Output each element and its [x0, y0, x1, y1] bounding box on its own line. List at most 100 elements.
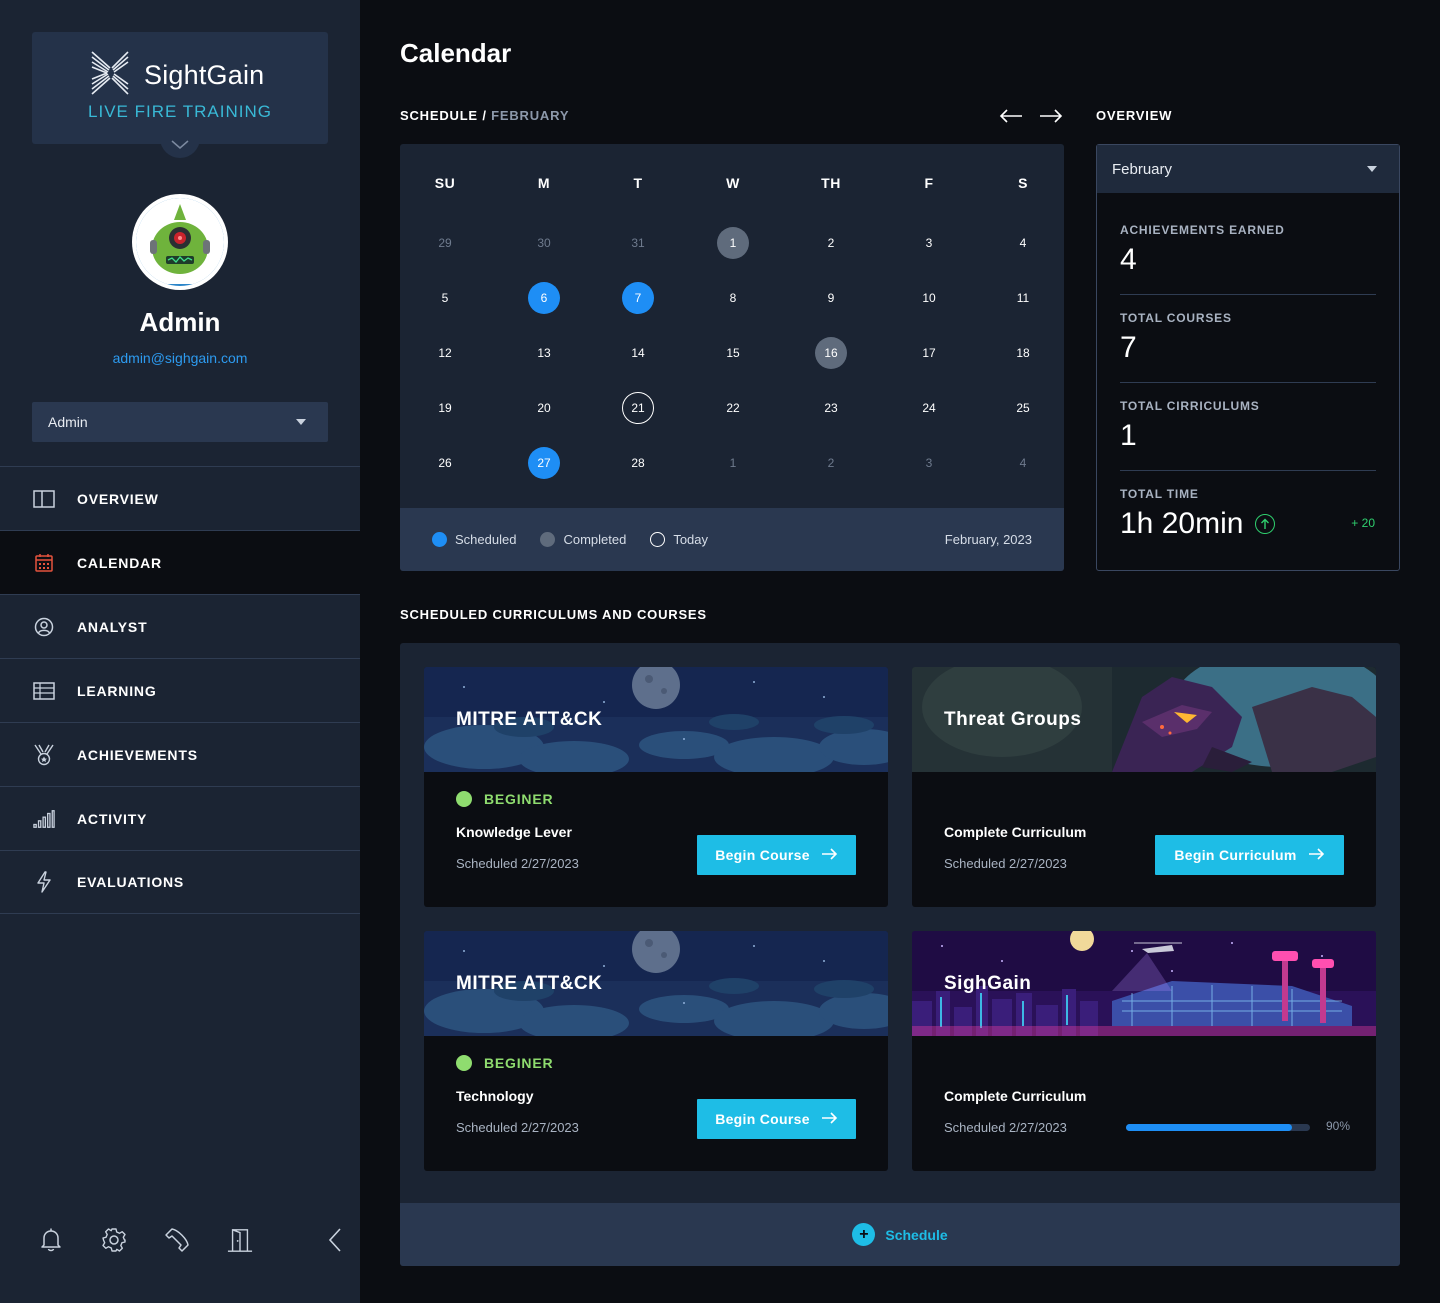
nav-item-learning[interactable]: LEARNING [0, 658, 360, 722]
calendar-day[interactable]: 20 [528, 392, 560, 424]
calendar-day-completed[interactable]: 1 [717, 227, 749, 259]
role-select[interactable]: Admin [32, 402, 328, 442]
sidebar-footer [38, 1226, 348, 1254]
calendar-day[interactable]: 29 [429, 227, 461, 259]
bell-icon[interactable] [38, 1226, 64, 1254]
calendar-day[interactable]: 9 [815, 282, 847, 314]
calendar-day[interactable]: 18 [1007, 337, 1039, 369]
course-card: MITRE ATT&CK BEGINER Knowledge Lever Sch… [424, 667, 888, 907]
arrow-right-icon[interactable] [1038, 104, 1064, 128]
calendar-day[interactable]: 14 [622, 337, 654, 369]
scheduled-date: Scheduled 2/27/2023 [944, 1120, 1067, 1135]
caret-down-icon [1367, 166, 1377, 172]
calendar-day[interactable]: 1 [717, 447, 749, 479]
nav-label: ANALYST [77, 618, 148, 635]
schedule-button[interactable]: + Schedule [400, 1203, 1400, 1266]
weekday-m: M [537, 175, 551, 191]
calendar-day[interactable]: 17 [913, 337, 945, 369]
user-email-link[interactable]: admin@sighgain.com [0, 350, 360, 366]
brand-card: SightGain LIVE FIRE TRAINING [32, 32, 328, 144]
arrow-left-icon[interactable] [998, 104, 1024, 128]
calendar-day-scheduled[interactable]: 7 [622, 282, 654, 314]
nav-label: CALENDAR [77, 554, 162, 571]
stat-curriculums: TOTAL CIRRICULUMS 1 [1120, 399, 1376, 453]
calendar-day-scheduled[interactable]: 6 [528, 282, 560, 314]
weekday-su: SU [434, 175, 456, 191]
begin-course-button[interactable]: Begin Course [697, 835, 856, 875]
courses-panel: MITRE ATT&CK BEGINER Knowledge Lever Sch… [400, 643, 1400, 1266]
chevron-left-icon[interactable] [322, 1226, 348, 1254]
calendar-day[interactable]: 30 [528, 227, 560, 259]
curriculum-card: SighGain Complete Curriculum Scheduled 2… [912, 931, 1376, 1171]
scheduled-date: Scheduled 2/27/2023 [456, 856, 579, 871]
calendar-day[interactable]: 2 [815, 447, 847, 479]
nav-item-calendar[interactable]: CALENDAR [0, 530, 360, 594]
calendar-icon [33, 552, 55, 574]
schedule-month: FEBRUARY [491, 108, 570, 123]
nav-item-activity[interactable]: ACTIVITY [0, 786, 360, 850]
scheduled-date: Scheduled 2/27/2023 [456, 1120, 579, 1135]
level-dot-icon [456, 791, 472, 807]
calendar-day[interactable]: 4 [1007, 227, 1039, 259]
progress-label: 90% [1326, 1119, 1351, 1133]
calendar-day[interactable]: 26 [429, 447, 461, 479]
course-name: Knowledge Lever [456, 824, 572, 840]
calendar-day[interactable]: 11 [1007, 282, 1039, 314]
calendar-day[interactable]: 22 [717, 392, 749, 424]
nav-item-evaluations[interactable]: EVALUATIONS [0, 850, 360, 914]
begin-course-button[interactable]: Begin Course [697, 1099, 856, 1139]
calendar-footer-date: February, 2023 [944, 532, 1032, 547]
calendar-day-today[interactable]: 21 [622, 392, 654, 424]
legend-label: Scheduled [455, 532, 517, 547]
calendar-day[interactable]: 25 [1007, 392, 1039, 424]
level-dot-icon [456, 1055, 472, 1071]
phone-icon[interactable] [164, 1226, 190, 1254]
nav-item-analyst[interactable]: ANALYST [0, 594, 360, 658]
weekday-t: T [633, 175, 643, 191]
calendar-day[interactable]: 24 [913, 392, 945, 424]
calendar-day[interactable]: 3 [913, 227, 945, 259]
main-nav: OVERVIEW CALENDAR ANALYST LEARNING ACHIE… [0, 466, 360, 914]
calendar-day[interactable]: 2 [815, 227, 847, 259]
course-card: MITRE ATT&CK BEGINER Technology Schedule… [424, 931, 888, 1171]
calendar-day[interactable]: 31 [622, 227, 654, 259]
begin-curriculum-button[interactable]: Begin Curriculum [1155, 835, 1344, 875]
brand-expand-toggle[interactable] [160, 134, 200, 158]
stat-value: 1 [1120, 419, 1137, 452]
nav-item-overview[interactable]: OVERVIEW [0, 466, 360, 530]
calendar-day[interactable]: 12 [429, 337, 461, 369]
calendar-day-scheduled[interactable]: 27 [528, 447, 560, 479]
calendar-day[interactable]: 5 [429, 282, 461, 314]
role-select-value: Admin [48, 414, 88, 430]
calendar-day[interactable]: 19 [429, 392, 461, 424]
completed-dot-icon [540, 532, 556, 547]
gear-icon[interactable] [101, 1226, 127, 1254]
courses-heading: SCHEDULED CURRICULUMS AND COURSES [400, 607, 707, 622]
overview-month-select[interactable]: February [1097, 145, 1399, 193]
calendar-day[interactable]: 13 [528, 337, 560, 369]
stat-value: 7 [1120, 331, 1137, 364]
door-icon[interactable] [227, 1226, 253, 1254]
user-name: Admin [139, 307, 221, 337]
calendar-day-completed[interactable]: 16 [815, 337, 847, 369]
calendar-day[interactable]: 15 [717, 337, 749, 369]
button-label: Begin Course [715, 847, 810, 863]
calendar-day[interactable]: 8 [717, 282, 749, 314]
course-name: Complete Curriculum [944, 1088, 1087, 1104]
stat-divider [1120, 470, 1376, 471]
calendar-day[interactable]: 10 [913, 282, 945, 314]
schedule-separator: / [477, 108, 492, 123]
sightgain-logo-icon [90, 50, 130, 101]
stat-label: TOTAL TIME [1120, 487, 1199, 501]
user-circle-icon [33, 616, 55, 638]
avatar[interactable] [132, 194, 228, 290]
calendar-day[interactable]: 23 [815, 392, 847, 424]
brand-name: SightGain [144, 60, 265, 90]
robot-avatar-icon [136, 198, 224, 286]
plus-icon: + [852, 1223, 876, 1246]
calendar-day[interactable]: 4 [1007, 447, 1039, 479]
calendar-day[interactable]: 3 [913, 447, 945, 479]
nav-item-achievements[interactable]: ACHIEVEMENTS [0, 722, 360, 786]
arrow-right-icon [821, 847, 838, 863]
calendar-day[interactable]: 28 [622, 447, 654, 479]
